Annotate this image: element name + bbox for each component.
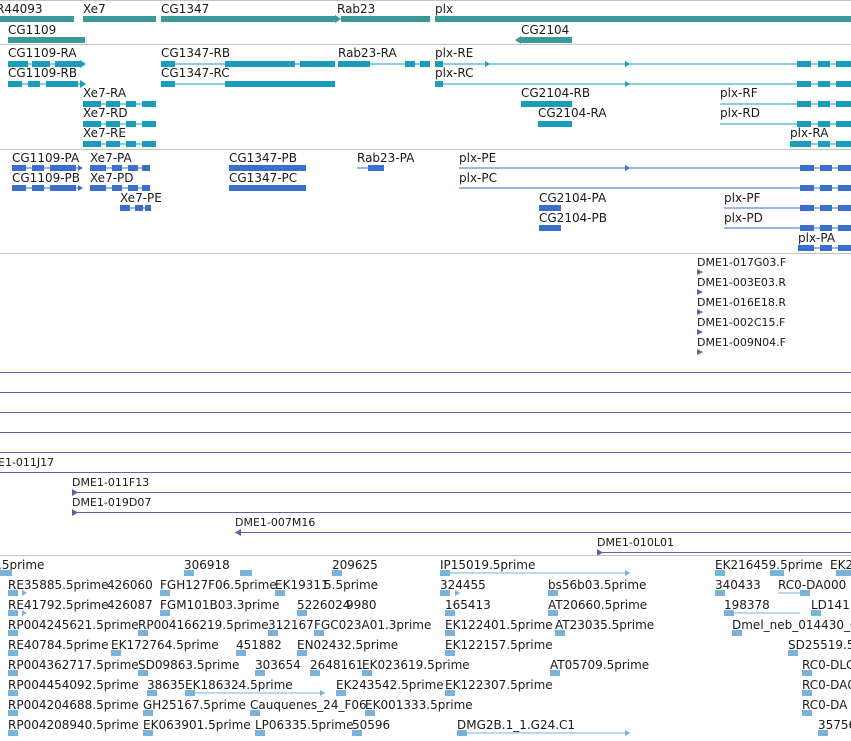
gene-glyphs: [0, 15, 851, 44]
est-track: .5prime 306918 209625 IP15019.5prime EK2…: [0, 555, 851, 741]
est-glyphs: [0, 570, 851, 736]
ncbi-transcript-track: CG1109-PA Xe7-PA CG1347-PB Rab23-PA plx-…: [0, 149, 851, 253]
flybase-transcript-track: CG1109-RA CG1347-RB Rab23-RA plx-RE CG11…: [0, 44, 851, 149]
gene-bar-cg1347: [161, 16, 335, 22]
gene-arrow-cg1347: [335, 15, 341, 23]
gene-bar-plx: [435, 16, 851, 22]
genome-browser-view: R44093 CG1109 Xe7 CG1347 Rab23 plx CG210…: [0, 0, 851, 741]
flybase-transcript-glyphs: [8, 60, 851, 147]
gene-bar-rab23: [341, 16, 430, 22]
bac-glyphs: [0, 269, 851, 555]
gene-track: R44093 CG1109 Xe7 CG1347 Rab23 plx CG210…: [0, 0, 851, 44]
gene-arrow-cg2104: [515, 36, 521, 44]
gene-bar-cg2104: [521, 37, 572, 43]
gene-bar-cg1109: [8, 37, 85, 43]
gene-bar-xe7: [83, 16, 156, 22]
gene-bar-r44093: [0, 16, 74, 22]
ncbi-transcript-glyphs: [12, 165, 851, 251]
bac-end-track: DME1-017G03.F DME1-003E03.R DME1-016E18.…: [0, 253, 851, 555]
